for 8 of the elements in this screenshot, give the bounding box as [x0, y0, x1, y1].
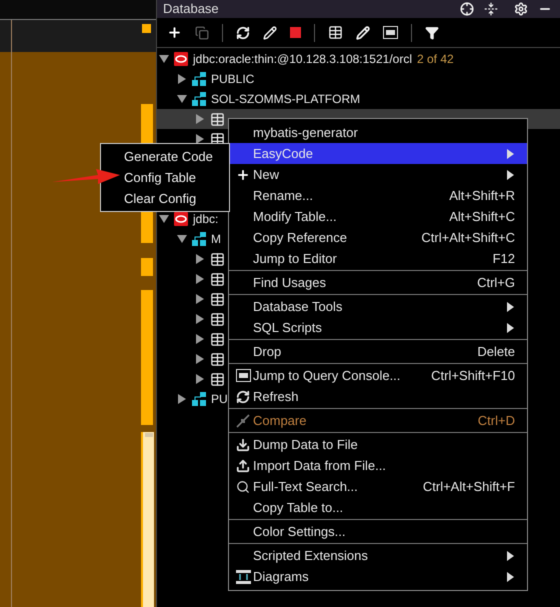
tree-label: PU: [211, 391, 228, 408]
panel-title: Database: [163, 0, 220, 18]
tree-label: SOL-SZOMMS-PLATFORM: [211, 91, 360, 108]
tree-label: jdbc:: [193, 211, 218, 228]
tree-label: PUBLIC: [211, 71, 254, 88]
tree-label: M: [211, 231, 221, 248]
tree-label: jdbc:oracle:thin:@10.128.3.108:1521/orcl: [193, 51, 412, 68]
count-label: 2 of 42: [417, 51, 454, 68]
